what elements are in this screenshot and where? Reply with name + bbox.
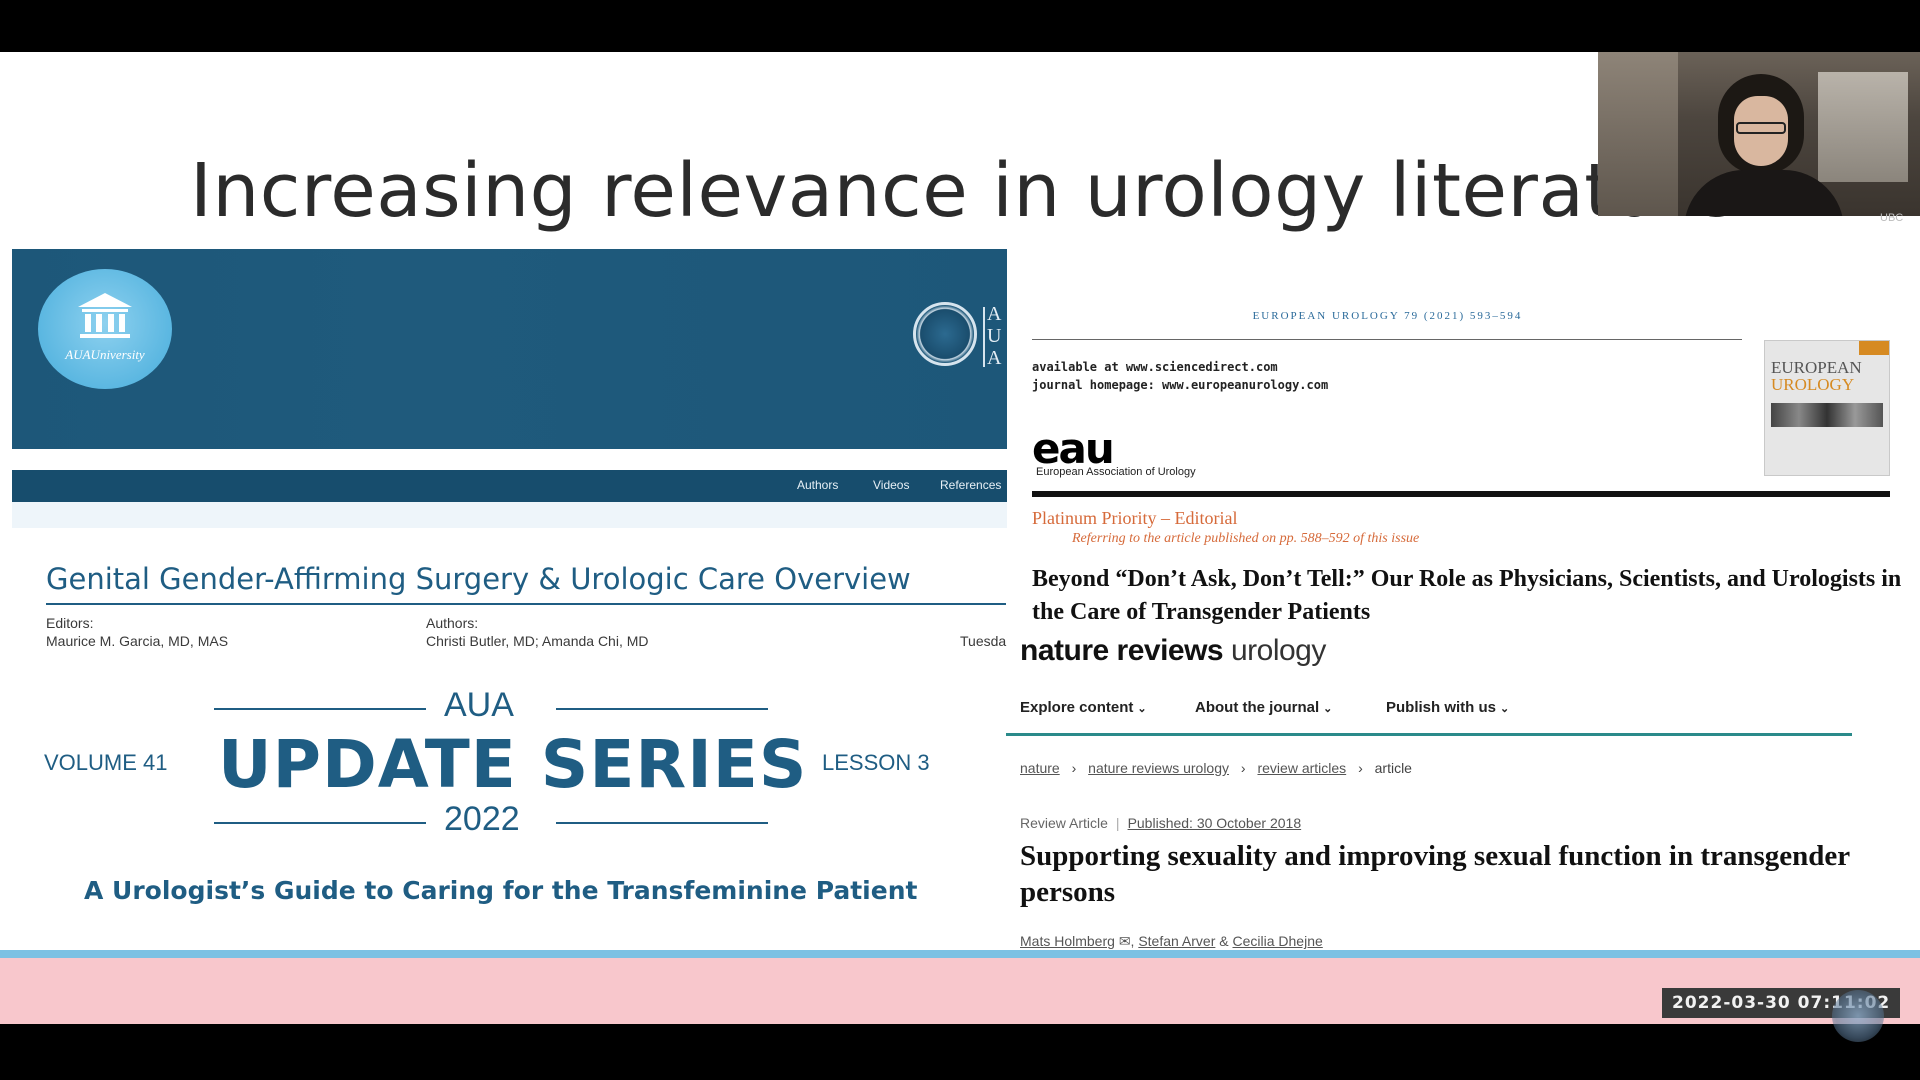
chevron-right-icon: › [1358,760,1363,776]
article-type: Review Article [1020,815,1108,831]
update-lesson: LESSON 3 [822,750,930,775]
webcam-window [1818,72,1908,182]
breadcrumb-review-articles[interactable]: review articles [1257,760,1346,776]
author-link[interactable]: Mats Holmberg [1020,933,1115,949]
eu-availability: available at www.sciencedirect.com journ… [1032,360,1329,392]
watermark-logo-icon [1832,990,1884,1042]
chevron-down-icon: ⌄ [1323,703,1333,715]
course-title-rule [46,603,1006,605]
nature-article-title: Supporting sexuality and improving sexua… [1020,840,1850,908]
article-meta: Review Article | Published: 30 October 201… [1020,815,1301,831]
nav-about-the-journal[interactable]: About the journal ⌄ [1195,699,1332,716]
journal-cover-image: EUROPEAN UROLOGY [1764,340,1890,476]
author-link[interactable]: Cecilia Dhejne [1233,933,1323,949]
published-date[interactable]: Published: 30 October 2018 [1128,815,1302,831]
breadcrumb: nature › nature reviews urology › review… [1020,760,1412,776]
slide-title: Increasing relevance in urology literatu… [190,148,1737,234]
speaker-webcam [1598,52,1920,216]
cover-corner [1859,341,1889,355]
webcam-label: UBC [1880,212,1904,224]
cover-image-strip [1771,403,1883,427]
seal-divider [983,307,985,367]
aua-university-logo: AUAUniversity [38,269,172,389]
aua-subbar [12,502,1007,528]
chevron-right-icon: › [1240,760,1246,776]
eu-referring-note: Referring to the article published on pp… [1072,531,1420,546]
breadcrumb-article: article [1374,760,1412,776]
chevron-down-icon: ⌄ [1500,703,1510,715]
update-aua-label: AUA [444,686,514,724]
nature-reviews-logo[interactable]: nature reviews urology [1020,634,1326,668]
cover-title: EUROPEAN UROLOGY [1771,358,1862,394]
chevron-right-icon: › [1071,760,1077,776]
update-rule [214,708,426,710]
video-frame: Increasing relevance in urology literatu… [0,0,1920,1080]
nav-publish-with-us[interactable]: Publish with us ⌄ [1386,699,1509,716]
building-icon [78,293,132,338]
author-link[interactable]: Stefan Arver [1138,933,1215,949]
nav-explore-content[interactable]: Explore content ⌄ [1020,699,1147,716]
update-rule [214,822,426,824]
update-series-title: UPDATE SERIES [218,726,808,803]
mail-icon[interactable]: ✉ [1119,933,1131,949]
meta-divider: | [1115,815,1120,831]
eu-journal-header: EUROPEAN UROLOGY 79 (2021) 593–594 [1252,310,1523,322]
eu-article-title: Beyond “Don’t Ask, Don’t Tell:” Our Role… [1032,566,1902,625]
speaker-glasses [1736,122,1786,134]
update-rule [556,708,768,710]
eu-priority-label: Platinum Priority – Editorial [1032,508,1238,528]
aua-seal-icon [913,302,977,366]
update-rule [556,822,768,824]
aua-university-logo-text: AUAUniversity [65,347,145,362]
course-date: Tuesda [960,633,1007,649]
aua-course-nav: Authors Videos References [12,470,1007,502]
aua-seal-letters: A U A [987,303,1002,369]
webcam-wall [1598,52,1678,216]
nature-nav-rule [1006,733,1852,736]
eau-logo-text: European Association of Urology [1036,466,1196,478]
course-title: Genital Gender-Affirming Surgery & Urolo… [46,562,911,596]
nav-authors[interactable]: Authors [797,478,838,492]
nav-videos[interactable]: Videos [873,478,909,492]
update-guide-title: A Urologist’s Guide to Caring for the Tr… [84,876,918,905]
aua-university-banner: AUAUniversity A U A [12,249,1007,449]
article-authors: Mats Holmberg ✉, Stefan Arver & Cecilia … [1020,933,1323,949]
update-volume: VOLUME 41 [44,750,168,775]
slide-footer-line [0,950,1920,958]
eu-thick-rule [1032,491,1890,497]
eu-header-rule [1032,339,1742,340]
slide-footer-band [0,958,1920,1024]
chevron-down-icon: ⌄ [1137,703,1147,715]
course-authors: Authors: Christi Butler, MD; Amanda Chi,… [426,615,649,649]
breadcrumb-nature-reviews-urology[interactable]: nature reviews urology [1088,760,1229,776]
nav-references[interactable]: References [940,478,1001,492]
update-year: 2022 [444,800,520,838]
breadcrumb-nature[interactable]: nature [1020,760,1060,776]
course-editors: Editors: Maurice M. Garcia, MD, MAS [46,615,229,649]
